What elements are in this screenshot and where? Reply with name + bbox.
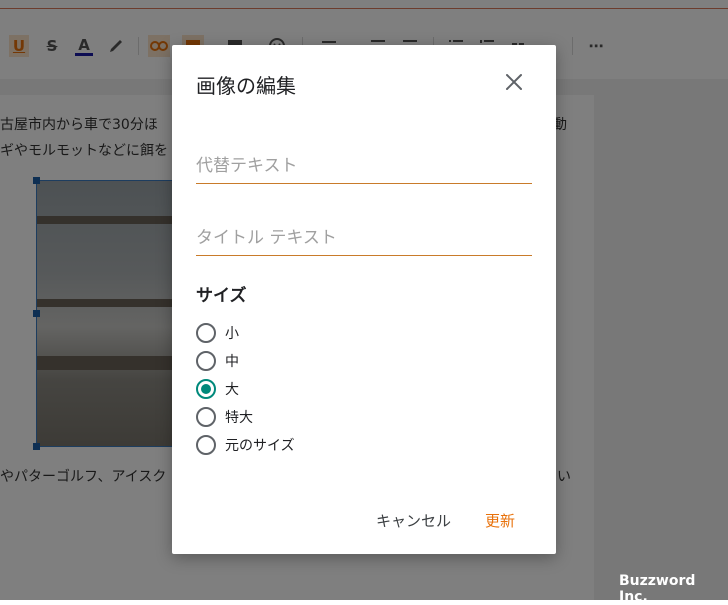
watermark: Buzzword Inc. — [619, 573, 696, 605]
title-text-input[interactable] — [196, 221, 532, 256]
radio-button[interactable] — [196, 323, 216, 343]
size-option-original[interactable]: 元のサイズ — [196, 434, 295, 456]
size-option-small[interactable]: 小 — [196, 322, 239, 344]
size-option-medium[interactable]: 中 — [196, 350, 239, 372]
close-icon[interactable] — [502, 70, 526, 94]
radio-button[interactable] — [196, 407, 216, 427]
size-option-label: 元のサイズ — [225, 438, 295, 454]
radio-button-checked[interactable] — [196, 379, 216, 399]
size-section-title: サイズ — [196, 286, 247, 306]
dialog-title: 画像の編集 — [196, 74, 296, 98]
size-option-label: 大 — [225, 382, 239, 398]
size-option-label: 特大 — [225, 410, 253, 426]
radio-button[interactable] — [196, 351, 216, 371]
edit-image-dialog: 画像の編集 サイズ 小 中 大 特大 元のサイズ キャンセル 更新 — [172, 45, 556, 554]
size-option-extra-large[interactable]: 特大 — [196, 406, 253, 428]
alt-text-input[interactable] — [196, 149, 532, 184]
update-button[interactable]: 更新 — [485, 510, 515, 531]
cancel-button[interactable]: キャンセル — [376, 510, 451, 531]
size-option-large[interactable]: 大 — [196, 378, 239, 400]
size-option-label: 中 — [225, 354, 239, 370]
radio-button[interactable] — [196, 435, 216, 455]
size-option-label: 小 — [225, 326, 239, 342]
